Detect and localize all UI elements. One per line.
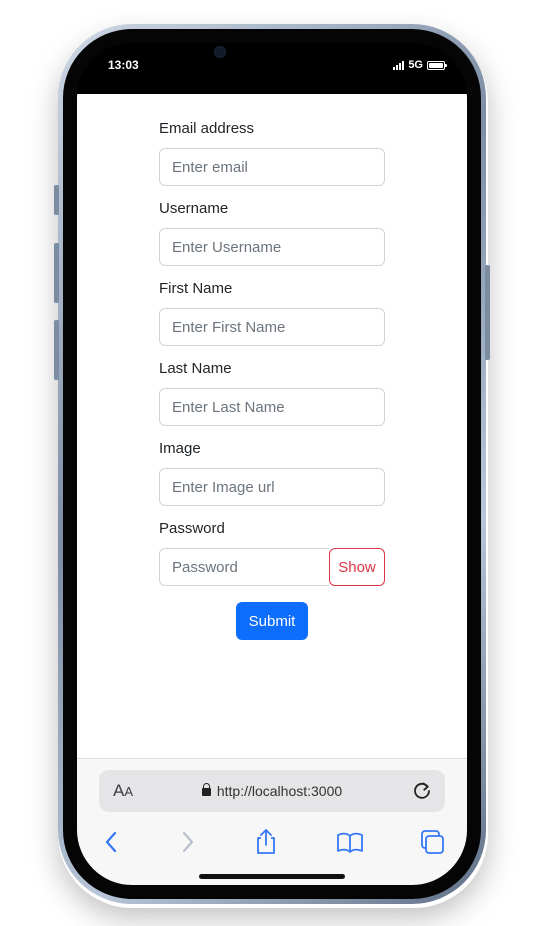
volume-down-button xyxy=(54,320,59,380)
image-label: Image xyxy=(159,440,201,457)
last-name-input[interactable] xyxy=(159,388,385,426)
password-label: Password xyxy=(159,520,225,537)
password-input-group: Show xyxy=(159,548,385,586)
mute-switch xyxy=(54,185,59,215)
image-field-group: Image xyxy=(159,439,385,506)
cellular-signal-icon xyxy=(393,60,405,70)
first-name-input[interactable] xyxy=(159,308,385,346)
username-label: Username xyxy=(159,200,229,217)
last-name-label: Last Name xyxy=(159,360,232,377)
back-icon[interactable] xyxy=(97,827,127,857)
last-name-field-group: Last Name xyxy=(159,359,385,426)
username-input[interactable] xyxy=(159,228,385,266)
volume-up-button xyxy=(54,243,59,303)
home-indicator[interactable] xyxy=(199,874,345,879)
username-field-group: Username xyxy=(159,199,385,266)
password-input[interactable] xyxy=(159,548,329,586)
first-name-field-group: First Name xyxy=(159,279,385,346)
address-bar[interactable]: AA http://localhost:3000 xyxy=(99,770,445,812)
url-display[interactable]: http://localhost:3000 xyxy=(99,783,445,799)
email-field-group: Email address xyxy=(159,119,385,186)
lock-icon xyxy=(201,783,211,796)
screen: 13:03 5G Email address Username xyxy=(77,43,467,885)
status-bar: 13:03 5G xyxy=(77,43,467,94)
web-page: Email address Username First Name Last N… xyxy=(77,94,467,758)
show-password-button[interactable]: Show xyxy=(329,548,385,586)
bookmarks-icon[interactable] xyxy=(335,827,365,857)
url-text: http://localhost:3000 xyxy=(216,783,343,799)
front-camera xyxy=(214,46,226,58)
submit-button[interactable]: Submit xyxy=(235,602,309,640)
stage: 13:03 5G Email address Username xyxy=(0,0,546,926)
battery-icon xyxy=(427,60,447,70)
forward-icon[interactable] xyxy=(172,827,202,857)
submit-wrap: Submit xyxy=(159,602,385,640)
image-url-input[interactable] xyxy=(159,468,385,506)
power-button xyxy=(485,265,490,360)
reload-icon[interactable] xyxy=(411,779,433,801)
browser-bottom-bar: AA http://localhost:3000 xyxy=(77,758,467,885)
status-indicators: 5G xyxy=(393,59,447,71)
password-field-group: Password Show xyxy=(159,519,385,586)
tabs-icon[interactable] xyxy=(417,827,447,857)
email-label: Email address xyxy=(159,120,255,137)
network-type: 5G xyxy=(408,59,423,71)
first-name-label: First Name xyxy=(159,280,233,297)
share-icon[interactable] xyxy=(251,827,281,857)
signup-form: Email address Username First Name Last N… xyxy=(159,119,385,640)
status-time: 13:03 xyxy=(108,58,139,72)
email-input[interactable] xyxy=(159,148,385,186)
browser-toolbar xyxy=(77,827,467,857)
